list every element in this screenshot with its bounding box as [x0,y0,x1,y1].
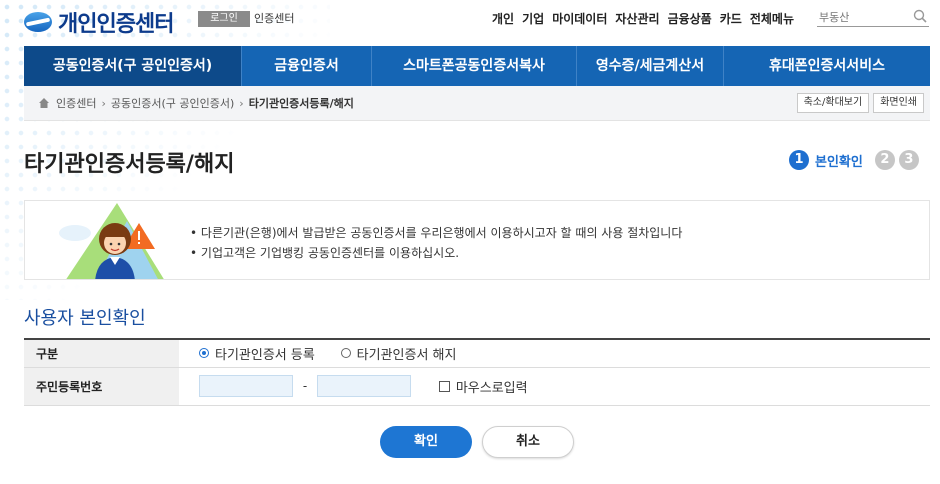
info-text: 다른기관(은행)에서 발급받은 공동인증서를 우리은행에서 이용하시고자 할 때… [190,223,682,263]
info-box: 다른기관(은행)에서 발급받은 공동인증서를 우리은행에서 이용하시고자 할 때… [24,200,930,280]
cert-center-link[interactable]: 인증센터 [254,11,294,27]
ssn-cell: - 마우스로입력 [179,367,930,406]
site-logo[interactable]: 개인인증센터 [24,6,174,38]
home-icon[interactable] [38,97,50,109]
step-1-badge: 1 [789,150,809,170]
radio-selected-icon[interactable] [199,348,209,359]
global-menu: 개인 기업 마이데이터 자산관리 금융상품 카드 전체메뉴 [492,10,794,27]
top-bar: 개인인증센터 로그인 인증센터 개인 기업 마이데이터 자산관리 금융상품 카드… [0,0,940,38]
cancel-radio-label: 타기관인증서 해지 [356,347,457,363]
tab-smartphone-copy[interactable]: 스마트폰공동인증서복사 [372,46,577,86]
breadcrumb-item-public-cert[interactable]: 공동인증서(구 공인인증서) [111,95,234,111]
ssn-separator: - [302,379,308,393]
section-title: 사용자 본인확인 [24,308,146,329]
breadcrumb-separator-icon: › [101,96,106,110]
gnb-products[interactable]: 금융상품 [668,10,712,27]
zoom-button[interactable]: 축소/확대보기 [796,93,870,113]
tab-public-cert[interactable]: 공동인증서(구 공인인증서) [24,46,242,86]
table-row: 구분 타기관인증서 등록 타기관인증서 해지 [24,339,930,368]
cancel-radio[interactable]: 타기관인증서 해지 [340,344,457,363]
gnb-mydata[interactable]: 마이데이터 [552,10,607,27]
register-radio-label: 타기관인증서 등록 [215,347,315,363]
breadcrumb-bar: 인증센터 › 공동인증서(구 공인인증서) › 타기관인증서등록/해지 축소/확… [24,86,930,121]
print-button[interactable]: 화면인쇄 [873,93,924,113]
info-line-2: 기업고객은 기업뱅킹 공동인증센터를 이용하십시오. [190,243,682,263]
search-input[interactable] [817,8,909,27]
breadcrumb-item-cert-center[interactable]: 인증센터 [56,95,96,111]
step-indicator: 1 본인확인 2 3 [789,150,919,170]
search-box [817,6,929,27]
checkbox-icon[interactable] [438,380,450,392]
tab-financial-cert[interactable]: 금융인증서 [242,46,372,86]
register-radio[interactable]: 타기관인증서 등록 [199,344,315,363]
ssn-back-input[interactable] [317,375,411,397]
tab-mobile-cert[interactable]: 휴대폰인증서서비스 [724,46,930,86]
login-button[interactable]: 로그인 [198,11,250,27]
logo-icon [24,12,52,32]
mouse-input-checkbox[interactable]: 마우스로입력 [438,377,528,396]
gnb-personal[interactable]: 개인 [492,10,514,27]
gnb-all-menu[interactable]: 전체메뉴 [750,10,794,27]
step-current-label: 본인확인 [815,154,863,170]
gnb-asset[interactable]: 자산관리 [615,10,659,27]
table-row: 주민등록번호 - 마우스로입력 [24,367,930,406]
step-2-badge: 2 [874,150,895,170]
page-title: 타기관인증서등록/해지 [24,152,235,177]
breadcrumb-separator-icon: › [239,96,244,110]
page-tools: 축소/확대보기 화면인쇄 [796,93,924,113]
main-nav: 공동인증서(구 공인인증서) 금융인증서 스마트폰공동인증서복사 영수증/세금계… [24,46,930,86]
step-3-badge: 3 [898,150,919,170]
logo-text: 개인인증센터 [58,12,174,37]
radio-unselected-icon[interactable] [340,348,351,359]
cancel-button[interactable]: 취소 [482,426,574,458]
ssn-front-input[interactable] [199,375,293,397]
breadcrumb: 인증센터 › 공동인증서(구 공인인증서) › 타기관인증서등록/해지 [38,86,354,120]
type-options-cell: 타기관인증서 등록 타기관인증서 해지 [179,339,930,368]
info-line-1: 다른기관(은행)에서 발급받은 공동인증서를 우리은행에서 이용하시고자 할 때… [190,223,682,243]
gnb-business[interactable]: 기업 [522,10,544,27]
verification-form: 구분 타기관인증서 등록 타기관인증서 해지 주민등록번호 - 마우스로입력 [24,338,930,406]
mouse-input-label: 마우스로입력 [455,380,528,396]
tab-receipt[interactable]: 영수증/세금계산서 [577,46,724,86]
breadcrumb-item-current: 타기관인증서등록/해지 [248,97,354,110]
ssn-label: 주민등록번호 [24,367,179,406]
gnb-card[interactable]: 카드 [720,10,742,27]
guide-character-illustration [59,203,164,279]
type-label: 구분 [24,339,179,368]
button-area: 확인 취소 [380,426,574,458]
confirm-button[interactable]: 확인 [380,426,472,458]
search-icon[interactable] [913,9,927,23]
